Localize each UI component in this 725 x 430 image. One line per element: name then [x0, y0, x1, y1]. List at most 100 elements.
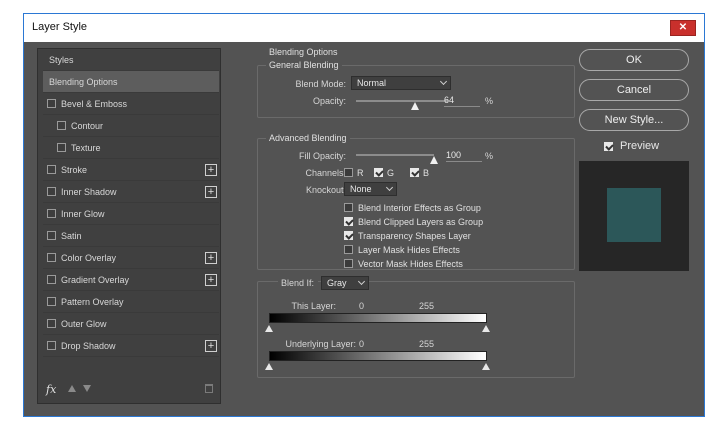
fill-opacity-input[interactable]: 100: [446, 150, 482, 162]
preview-swatch: [607, 188, 661, 242]
ok-button[interactable]: OK: [579, 49, 689, 71]
general-blending-title: General Blending: [266, 60, 342, 70]
advanced-blending-title: Advanced Blending: [266, 133, 350, 143]
opacity-label: Opacity:: [312, 96, 346, 106]
style-item-label: Outer Glow: [61, 319, 107, 329]
option-label: Transparency Shapes Layer: [358, 231, 471, 241]
style-checkbox[interactable]: [47, 165, 56, 174]
blending-options-title: Blending Options: [266, 47, 341, 57]
knockout-value: None: [350, 184, 372, 194]
blend-if-label: Blend If:: [278, 278, 318, 288]
style-item-label: Blending Options: [49, 77, 118, 87]
style-item-inner-glow[interactable]: Inner Glow: [43, 203, 219, 225]
style-item-drop-shadow[interactable]: Drop Shadow +: [43, 335, 219, 357]
style-item-texture[interactable]: Texture: [43, 137, 219, 159]
underlying-layer-black-slider[interactable]: [265, 363, 273, 370]
underlying-layer-min: 0: [359, 339, 365, 349]
style-item-satin[interactable]: Satin: [43, 225, 219, 247]
option-checkbox[interactable]: [344, 203, 353, 212]
style-item-gradient-overlay[interactable]: Gradient Overlay +: [43, 269, 219, 291]
blend-mode-label: Blend Mode:: [295, 79, 346, 89]
styles-panel: Styles Blending Options Bevel & Emboss Cont…: [37, 48, 221, 404]
preview-checkbox[interactable]: [604, 142, 613, 151]
title-bar[interactable]: Layer Style ✕: [24, 14, 704, 42]
style-checkbox[interactable]: [57, 143, 66, 152]
blend-mode-select[interactable]: Normal: [351, 76, 451, 90]
style-item-label: Stroke: [61, 165, 88, 175]
plus-icon[interactable]: +: [205, 340, 217, 352]
advanced-blending-group: Advanced Blending Fill Opacity: 100 % Ch…: [257, 133, 575, 270]
style-checkbox[interactable]: [47, 231, 56, 240]
blending-options-panel: Blending Options General Blending Blend …: [247, 47, 583, 404]
style-checkbox[interactable]: [47, 253, 56, 262]
styles-footer: fx: [38, 375, 220, 403]
close-button[interactable]: ✕: [670, 20, 696, 36]
cancel-button[interactable]: Cancel: [579, 79, 689, 101]
style-item-label: Gradient Overlay: [61, 275, 130, 285]
this-layer-white-slider[interactable]: [482, 325, 490, 332]
chevron-down-icon: [357, 277, 366, 286]
style-item-label: Pattern Overlay: [61, 297, 124, 307]
style-checkbox[interactable]: [47, 297, 56, 306]
option-checkbox[interactable]: [344, 245, 353, 254]
opacity-input[interactable]: 64: [444, 95, 480, 107]
style-item-inner-shadow[interactable]: Inner Shadow +: [43, 181, 219, 203]
underlying-layer-white-slider[interactable]: [482, 363, 490, 370]
layer-style-dialog: Layer Style ✕ Styles Blending Options Beve…: [23, 13, 705, 417]
plus-icon[interactable]: +: [205, 274, 217, 286]
style-item-label: Inner Shadow: [61, 187, 117, 197]
channel-b-label: B: [423, 168, 430, 178]
channel-b-checkbox[interactable]: [410, 168, 419, 177]
style-item-contour[interactable]: Contour: [43, 115, 219, 137]
option-checkbox[interactable]: [344, 259, 353, 268]
channels-label: Channels:: [305, 168, 346, 178]
style-checkbox[interactable]: [57, 121, 66, 130]
style-checkbox[interactable]: [47, 99, 56, 108]
style-item-blending-options[interactable]: Blending Options: [43, 71, 219, 93]
style-checkbox[interactable]: [47, 341, 56, 350]
knockout-select[interactable]: None: [344, 182, 397, 196]
style-item-label: Satin: [61, 231, 82, 241]
style-item-styles[interactable]: Styles: [43, 49, 219, 71]
style-item-color-overlay[interactable]: Color Overlay +: [43, 247, 219, 269]
trash-icon[interactable]: [205, 384, 213, 393]
blend-if-select[interactable]: Gray: [321, 276, 369, 290]
plus-icon[interactable]: +: [205, 186, 217, 198]
fill-opacity-slider-thumb[interactable]: [430, 156, 438, 164]
arrow-up-icon[interactable]: [68, 385, 76, 392]
plus-icon[interactable]: +: [205, 164, 217, 176]
new-style-button[interactable]: New Style...: [579, 109, 689, 131]
this-layer-label: This Layer:: [291, 301, 336, 311]
fx-icon[interactable]: fx: [46, 383, 56, 396]
this-layer-max: 255: [419, 301, 435, 311]
channel-g-checkbox[interactable]: [374, 168, 383, 177]
style-item-outer-glow[interactable]: Outer Glow: [43, 313, 219, 335]
option-checkbox[interactable]: [344, 231, 353, 240]
plus-icon[interactable]: +: [205, 252, 217, 264]
channel-r-checkbox[interactable]: [344, 168, 353, 177]
fill-opacity-slider[interactable]: [356, 154, 434, 156]
knockout-label: Knockout:: [305, 185, 346, 195]
style-checkbox[interactable]: [47, 319, 56, 328]
option-label: Blend Interior Effects as Group: [358, 203, 481, 213]
option-checkbox[interactable]: [344, 217, 353, 226]
style-checkbox[interactable]: [47, 275, 56, 284]
blend-if-value: Gray: [327, 278, 347, 288]
this-layer-black-slider[interactable]: [265, 325, 273, 332]
style-checkbox[interactable]: [47, 209, 56, 218]
arrow-down-icon[interactable]: [83, 385, 91, 392]
opacity-unit: %: [485, 96, 494, 106]
style-item-label: Drop Shadow: [61, 341, 116, 351]
style-item-label: Bevel & Emboss: [61, 99, 128, 109]
channel-r-label: R: [357, 168, 364, 178]
style-item-pattern-overlay[interactable]: Pattern Overlay: [43, 291, 219, 313]
style-item-stroke[interactable]: Stroke +: [43, 159, 219, 181]
style-item-label: Inner Glow: [61, 209, 105, 219]
chevron-down-icon: [439, 77, 448, 86]
preview-label: Preview: [620, 140, 660, 152]
option-label: Vector Mask Hides Effects: [358, 259, 463, 269]
opacity-slider[interactable]: [356, 100, 448, 102]
style-checkbox[interactable]: [47, 187, 56, 196]
style-item-bevel-emboss[interactable]: Bevel & Emboss: [43, 93, 219, 115]
opacity-slider-thumb[interactable]: [410, 102, 419, 110]
